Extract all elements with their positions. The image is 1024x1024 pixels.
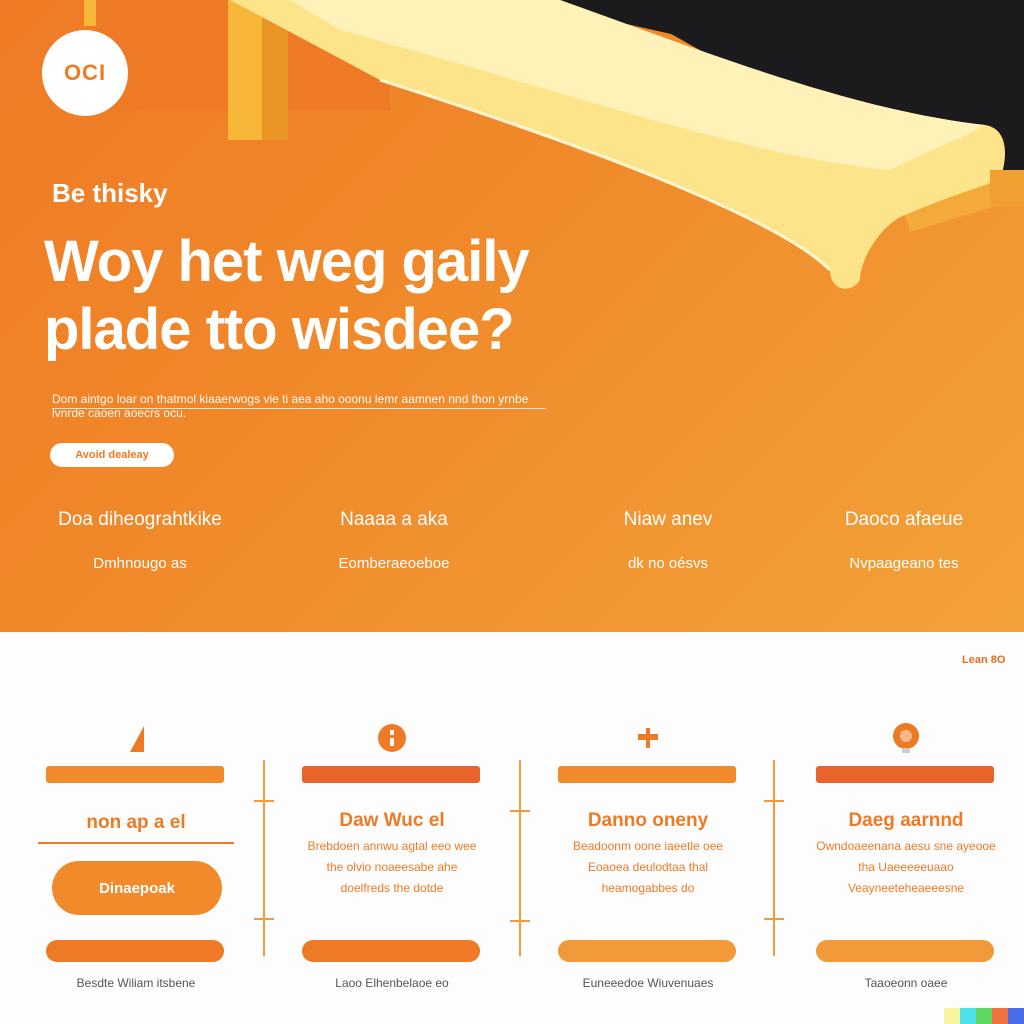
flag-icon bbox=[130, 726, 144, 752]
stat-item: Daoco afaeue Nvpaageano tes bbox=[784, 505, 1024, 579]
stat-title: Niaw anev bbox=[623, 509, 713, 530]
stat-item: Niaw anev dk no oésvs bbox=[548, 505, 788, 579]
color-swatch bbox=[944, 1008, 960, 1024]
hero-section: OCI Be thisky Woy het weg gaily plade tt… bbox=[0, 0, 1024, 632]
hero-eyebrow: Be thisky bbox=[52, 178, 168, 208]
color-swatch bbox=[992, 1008, 1008, 1024]
hero-stats-row: Doa diheograhtkike Dmhnougo as Naaaa a a… bbox=[0, 505, 1024, 595]
divider-tick bbox=[764, 918, 784, 920]
card-bottom-button[interactable] bbox=[302, 940, 480, 962]
stat-title: Doa diheograhtkike bbox=[58, 509, 222, 530]
card-header-bar bbox=[302, 766, 480, 783]
color-swatch bbox=[1008, 1008, 1024, 1024]
feature-card: non ap a el Dinaepoak Besdte Wiliam itsb… bbox=[38, 718, 234, 1008]
card-body: Brebdoen annwu agtal eeo wee the olvio n… bbox=[307, 839, 477, 895]
card-footer-text: Euneeedoe Wiuvenuaes bbox=[582, 976, 714, 990]
divider-tick bbox=[510, 920, 530, 922]
stat-title: Naaaa a aka bbox=[340, 509, 448, 530]
color-swatch bbox=[960, 1008, 976, 1024]
badge-icon bbox=[893, 723, 919, 753]
card-divider bbox=[764, 760, 784, 960]
card-bottom-button[interactable] bbox=[816, 940, 994, 962]
info-circle-icon bbox=[378, 724, 406, 752]
divider-tick bbox=[254, 800, 274, 802]
card-title: Danno oneny bbox=[587, 810, 709, 831]
card-title: non ap a el bbox=[86, 812, 186, 833]
card-header-bar bbox=[816, 766, 994, 783]
card-body: Beadoonm oone iaeetle oee Eoaoea deulodt… bbox=[572, 839, 724, 895]
feature-card: Danno oneny Beadoonm oone iaeetle oee Eo… bbox=[558, 718, 738, 1008]
divider-tick bbox=[254, 918, 274, 920]
stat-subtitle: dk no oésvs bbox=[627, 555, 709, 572]
brand-logo[interactable]: OCI bbox=[42, 30, 128, 116]
hero-headline: Woy het weg gaily plade tto wisdee? bbox=[44, 229, 530, 362]
card-title: Daeg aarnnd bbox=[848, 810, 964, 831]
feature-card: Daw Wuc el Brebdoen annwu agtal eeo wee … bbox=[302, 718, 482, 1008]
divider-line bbox=[263, 760, 265, 956]
card-bottom-button[interactable] bbox=[46, 940, 224, 962]
card-body: Owndoaeenana aesu sne ayeooe tha Uaeeeee… bbox=[816, 839, 996, 895]
card-bottom-button[interactable] bbox=[558, 940, 736, 962]
puzzle-icon bbox=[638, 728, 658, 748]
stat-subtitle: Dmhnougo as bbox=[93, 555, 187, 572]
divider-tick bbox=[764, 800, 784, 802]
card-action-button[interactable]: Dinaepoak bbox=[52, 861, 222, 915]
hero-cta-button[interactable]: Avoid dealeay bbox=[50, 443, 174, 467]
color-swatch bbox=[976, 1008, 992, 1024]
divider-tick bbox=[510, 810, 530, 812]
stat-title: Daoco afaeue bbox=[844, 509, 964, 530]
card-footer-text: Besdte Wiliam itsbene bbox=[76, 976, 196, 990]
card-header-bar bbox=[46, 766, 224, 783]
card-title-underline bbox=[38, 842, 234, 844]
logo-text: OCI bbox=[63, 60, 107, 85]
more-link[interactable]: Lean 8O bbox=[962, 654, 1005, 666]
card-divider bbox=[510, 760, 530, 960]
divider-line bbox=[519, 760, 521, 956]
card-divider bbox=[254, 760, 274, 960]
card-header-bar bbox=[558, 766, 736, 783]
stat-item: Doa diheograhtkike Dmhnougo as bbox=[20, 505, 260, 579]
stat-subtitle: Nvpaageano tes bbox=[849, 555, 959, 572]
hero-description: Dom aintgo loar on thatmol kiaaerwogs vi… bbox=[52, 392, 529, 420]
stat-item: Naaaa a aka Eomberaeoeboe bbox=[274, 505, 514, 579]
card-footer-text: Laoo Elhenbelaoe eo bbox=[335, 976, 449, 990]
card-title: Daw Wuc el bbox=[339, 810, 445, 831]
divider-line bbox=[773, 760, 775, 956]
stat-subtitle: Eomberaeoeboe bbox=[338, 555, 450, 572]
card-footer-text: Taaoeonn oaee bbox=[864, 976, 948, 990]
feature-card: Daeg aarnnd Owndoaeenana aesu sne ayeooe… bbox=[816, 718, 996, 1008]
